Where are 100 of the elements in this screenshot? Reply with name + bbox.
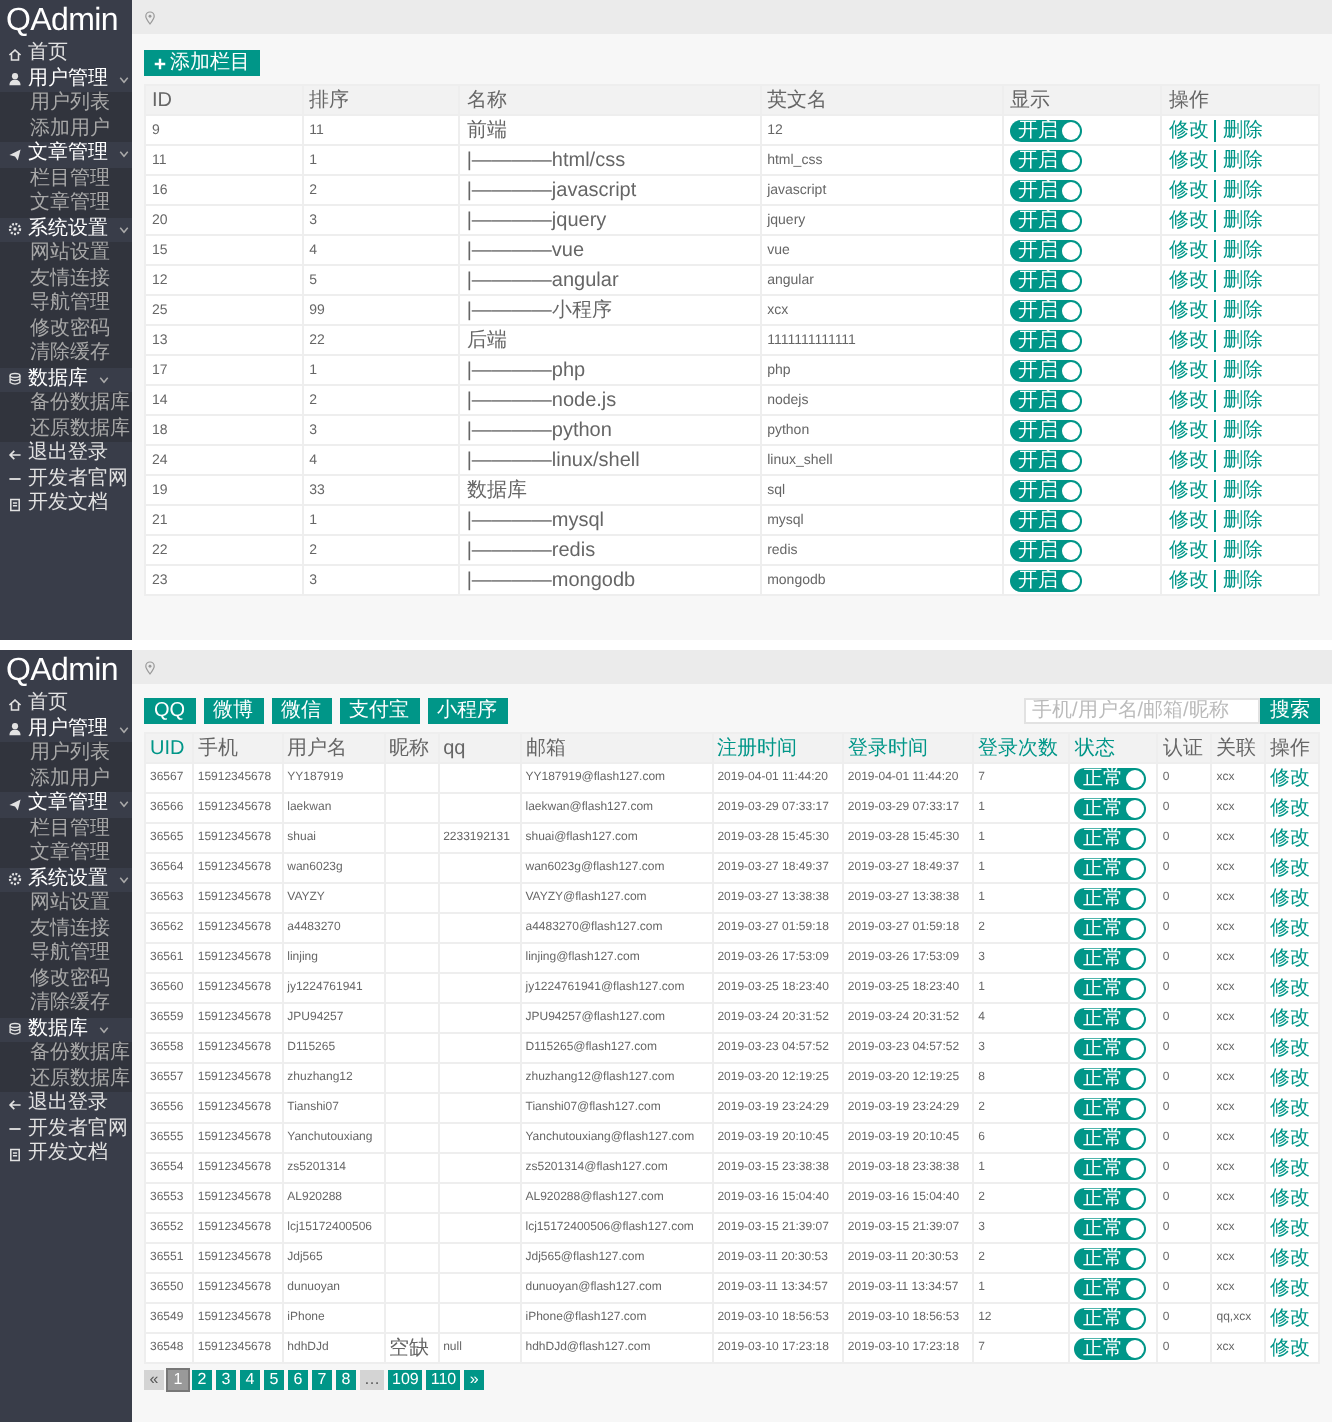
toggle-switch[interactable]: 正常 (1074, 1007, 1147, 1029)
sidebar-subitem[interactable]: 用户列表 (0, 92, 132, 117)
edit-link[interactable]: 修改 (1168, 240, 1209, 262)
delete-link[interactable]: 删除 (1214, 210, 1263, 232)
filter-button[interactable]: 微博 (203, 698, 264, 724)
delete-link[interactable]: 删除 (1214, 420, 1263, 442)
sidebar-subitem[interactable]: 友情连接 (0, 267, 132, 292)
toggle-switch[interactable]: 正常 (1074, 1307, 1147, 1329)
sidebar-item[interactable]: 文章管理 (0, 792, 132, 817)
sidebar-subitem[interactable]: 清除缓存 (0, 992, 132, 1017)
sidebar-subitem[interactable]: 文章管理 (0, 192, 132, 217)
page-button[interactable]: 3 (216, 1370, 236, 1390)
edit-link[interactable]: 修改 (1168, 120, 1209, 142)
edit-link[interactable]: 修改 (1168, 270, 1209, 292)
toggle-switch[interactable]: 开启 (1010, 479, 1083, 501)
delete-link[interactable]: 删除 (1214, 540, 1263, 562)
sidebar-item[interactable]: 系统设置 (0, 867, 132, 892)
toggle-switch[interactable]: 开启 (1010, 509, 1083, 531)
edit-link[interactable]: 修改 (1168, 450, 1209, 472)
sidebar-subitem[interactable]: 栏目管理 (0, 817, 132, 842)
toggle-switch[interactable]: 正常 (1074, 1067, 1147, 1089)
sidebar-subitem[interactable]: 添加用户 (0, 767, 132, 792)
delete-link[interactable]: 删除 (1214, 390, 1263, 412)
page-button[interactable]: 7 (312, 1370, 332, 1390)
delete-link[interactable]: 删除 (1214, 300, 1263, 322)
filter-button[interactable]: QQ (144, 698, 196, 724)
delete-link[interactable]: 删除 (1214, 510, 1263, 532)
toggle-switch[interactable]: 正常 (1074, 1157, 1147, 1179)
sidebar-subitem[interactable]: 还原数据库 (0, 417, 132, 442)
sidebar-item[interactable]: 文章管理 (0, 142, 132, 167)
delete-link[interactable]: 删除 (1214, 270, 1263, 292)
toggle-switch[interactable]: 正常 (1074, 1337, 1147, 1359)
edit-link[interactable]: 修改 (1168, 510, 1209, 532)
page-button[interactable]: 109 (388, 1370, 423, 1390)
search-button[interactable]: 搜索 (1260, 698, 1320, 724)
sidebar-subitem[interactable]: 备份数据库 (0, 1042, 132, 1067)
toggle-switch[interactable]: 开启 (1010, 299, 1083, 321)
toggle-switch[interactable]: 开启 (1010, 389, 1083, 411)
filter-button[interactable]: 小程序 (427, 698, 508, 724)
toggle-switch[interactable]: 正常 (1074, 887, 1147, 909)
filter-button[interactable]: 支付宝 (339, 698, 420, 724)
page-button[interactable]: 1 (168, 1370, 188, 1390)
page-button[interactable]: 4 (240, 1370, 260, 1390)
sidebar-subitem[interactable]: 导航管理 (0, 292, 132, 317)
edit-link[interactable]: 修改 (1168, 360, 1209, 382)
edit-link[interactable]: 修改 (1168, 210, 1209, 232)
toggle-switch[interactable]: 正常 (1074, 857, 1147, 879)
edit-link[interactable]: 修改 (1168, 540, 1209, 562)
toggle-switch[interactable]: 开启 (1010, 569, 1083, 591)
toggle-switch[interactable]: 开启 (1010, 119, 1083, 141)
delete-link[interactable]: 删除 (1214, 570, 1263, 592)
page-button[interactable]: 110 (426, 1370, 461, 1390)
filter-button[interactable]: 微信 (271, 698, 332, 724)
toggle-switch[interactable]: 正常 (1074, 1277, 1147, 1299)
toggle-switch[interactable]: 开启 (1010, 359, 1083, 381)
page-button[interactable]: 8 (336, 1370, 356, 1390)
delete-link[interactable]: 删除 (1214, 360, 1263, 382)
sidebar-subitem[interactable]: 清除缓存 (0, 342, 132, 367)
sidebar-subitem[interactable]: 还原数据库 (0, 1067, 132, 1092)
sidebar-subitem[interactable]: 网站设置 (0, 242, 132, 267)
sidebar-subitem[interactable]: 添加用户 (0, 117, 132, 142)
toggle-switch[interactable]: 正常 (1074, 797, 1147, 819)
toggle-switch[interactable]: 正常 (1074, 947, 1147, 969)
delete-link[interactable]: 删除 (1214, 330, 1263, 352)
page-button[interactable]: 6 (288, 1370, 308, 1390)
edit-link[interactable]: 修改 (1168, 150, 1209, 172)
toggle-switch[interactable]: 开启 (1010, 539, 1083, 561)
sidebar-item[interactable]: 用户管理 (0, 67, 132, 92)
sidebar-subitem[interactable]: 修改密码 (0, 317, 132, 342)
edit-link[interactable]: 修改 (1168, 390, 1209, 412)
sidebar-subitem[interactable]: 备份数据库 (0, 392, 132, 417)
edit-link[interactable]: 修改 (1168, 330, 1209, 352)
toggle-switch[interactable]: 正常 (1074, 1247, 1147, 1269)
toggle-switch[interactable]: 开启 (1010, 449, 1083, 471)
sidebar-item[interactable]: 首页 (0, 42, 132, 67)
sidebar-item[interactable]: 退出登录 (0, 1092, 132, 1117)
edit-link[interactable]: 修改 (1168, 480, 1209, 502)
sidebar-subitem[interactable]: 修改密码 (0, 967, 132, 992)
sidebar-item[interactable]: 开发者官网 (0, 1117, 132, 1142)
sidebar-item[interactable]: 用户管理 (0, 717, 132, 742)
sidebar-subitem[interactable]: 栏目管理 (0, 167, 132, 192)
edit-link[interactable]: 修改 (1168, 300, 1209, 322)
page-button[interactable]: 2 (192, 1370, 212, 1390)
sidebar-subitem[interactable]: 用户列表 (0, 742, 132, 767)
toggle-switch[interactable]: 开启 (1010, 419, 1083, 441)
toggle-switch[interactable]: 正常 (1074, 917, 1147, 939)
toggle-switch[interactable]: 正常 (1074, 977, 1147, 999)
sidebar-subitem[interactable]: 网站设置 (0, 892, 132, 917)
toggle-switch[interactable]: 开启 (1010, 209, 1083, 231)
delete-link[interactable]: 删除 (1214, 450, 1263, 472)
delete-link[interactable]: 删除 (1214, 120, 1263, 142)
toggle-switch[interactable]: 开启 (1010, 239, 1083, 261)
toggle-switch[interactable]: 正常 (1074, 1127, 1147, 1149)
sidebar-subitem[interactable]: 导航管理 (0, 942, 132, 967)
toggle-switch[interactable]: 开启 (1010, 149, 1083, 171)
delete-link[interactable]: 删除 (1214, 180, 1263, 202)
sidebar-item[interactable]: 开发文档 (0, 492, 132, 517)
sidebar-item[interactable]: 开发文档 (0, 1142, 132, 1167)
toggle-switch[interactable]: 正常 (1074, 767, 1147, 789)
sidebar-item[interactable]: 数据库 (0, 1017, 132, 1042)
